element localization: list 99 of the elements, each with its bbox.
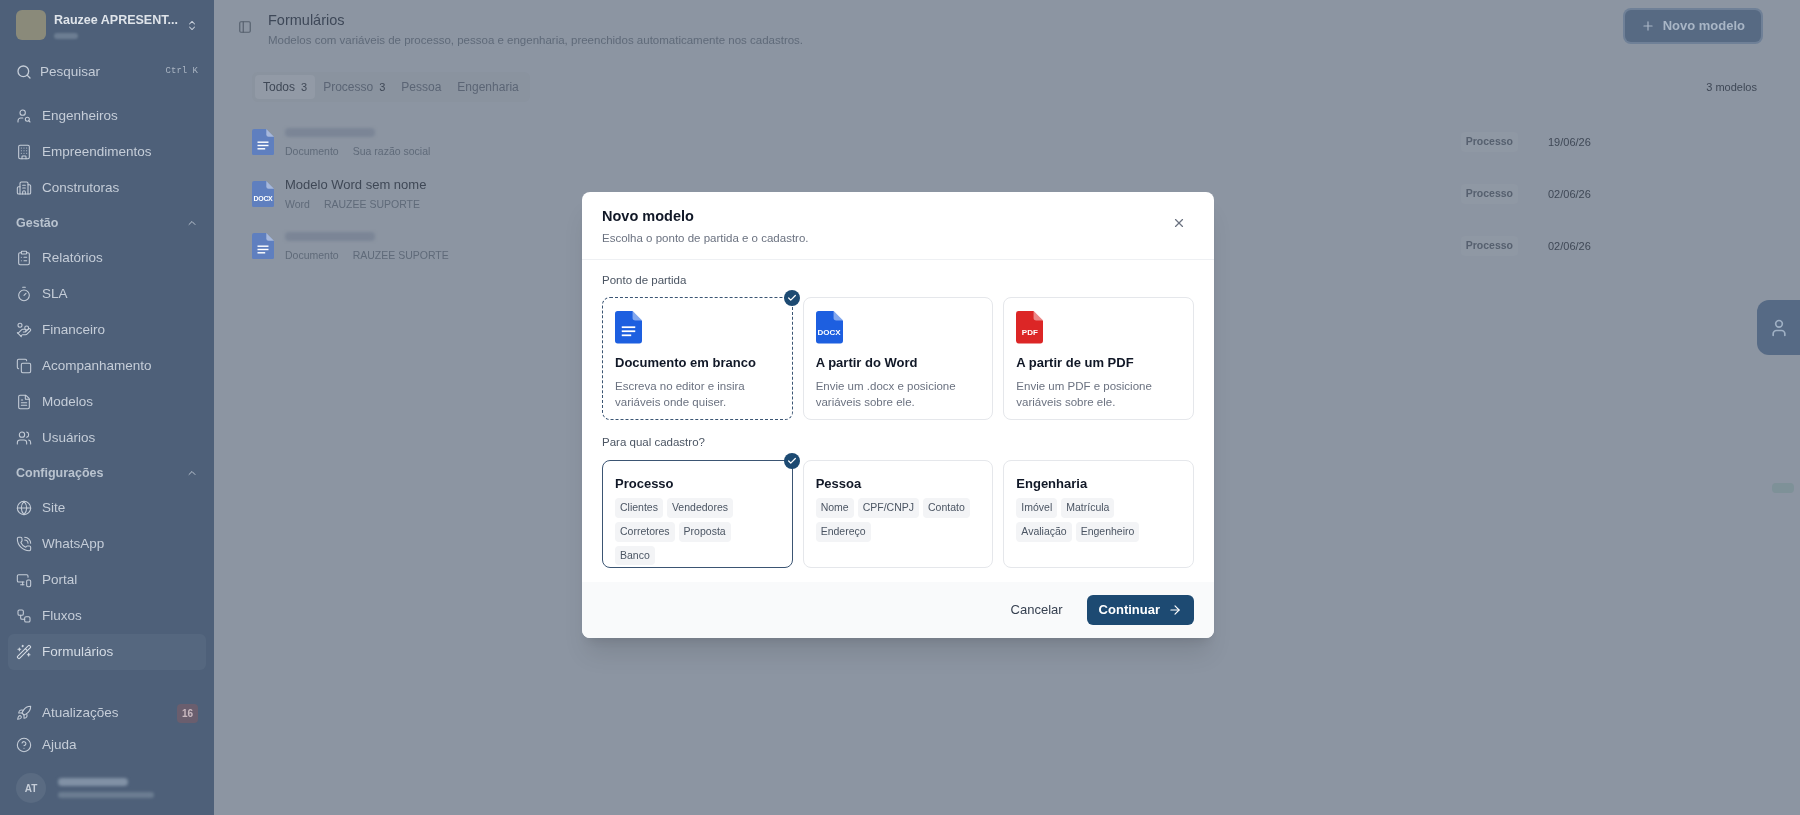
org-name: Rauzee APRESENT... [54, 12, 178, 29]
option-card[interactable]: DOCX A partir do Word Envie um .docx e posicione variáveis sobre ele. [802, 297, 994, 421]
dialog-title: Novo modelo [602, 207, 695, 226]
building-icon [16, 144, 32, 160]
stopwatch-icon [16, 286, 32, 302]
nav-item[interactable]: Empreendimentos [8, 134, 206, 170]
assistant-button[interactable] [1757, 300, 1800, 355]
option-title: Processo [615, 474, 674, 493]
nav-item[interactable]: Usuários [8, 420, 206, 456]
document-icon [252, 232, 274, 260]
devices-icon [16, 572, 32, 588]
option-title: A partir do Word [815, 353, 918, 372]
nav-item[interactable]: Site [8, 490, 206, 526]
option-title: Engenharia [1016, 474, 1088, 493]
redacted-text [58, 778, 128, 786]
field-chip: Matrícula [1061, 498, 1115, 518]
check-badge [783, 452, 800, 469]
document-icon [252, 128, 274, 156]
nav-item[interactable]: Portal [8, 562, 206, 598]
nav-item[interactable]: Formulários [8, 634, 206, 670]
document-icon [615, 311, 642, 344]
section-label: Para qual cadastro? [602, 435, 706, 451]
cancel-button[interactable]: Cancelar [1002, 594, 1071, 625]
continue-button[interactable]: Continuar [1086, 594, 1194, 625]
users-icon [16, 430, 32, 446]
help-icon [16, 737, 32, 753]
option-description: Escreva no editor e insira variáveis onde quiser. [615, 379, 746, 411]
magic-wand-icon [16, 644, 32, 660]
word-file-icon [252, 180, 274, 208]
option-title: Pessoa [815, 474, 862, 493]
model-date: 02/06/26 [1548, 186, 1592, 202]
workflow-icon [16, 608, 32, 624]
nav-item[interactable]: Atualizações 16 [8, 697, 206, 729]
close-icon[interactable] [1172, 216, 1186, 230]
nav-item[interactable]: Construtoras [8, 170, 206, 206]
option-description: Envie um PDF e posicione variáveis sobre ele. [1016, 379, 1153, 411]
field-chip: Corretores [615, 521, 675, 542]
filter-tab[interactable]: Todos 3 [255, 75, 316, 99]
option-title: A partir de um PDF [1016, 353, 1134, 372]
option-description: Envie um .docx e posicione variáveis sobre ele. [815, 379, 957, 411]
option-card[interactable]: Documento em branco Escreva no editor e insira variáveis onde quiser. [602, 297, 793, 421]
search-button[interactable]: Pesquisar Ctrl K [8, 56, 206, 88]
section-header[interactable]: Gestão [8, 206, 206, 240]
field-chip: Engenheiro [1075, 521, 1140, 542]
model-title: Modelo Word sem nome [285, 175, 428, 194]
model-count: 3 modelos [1706, 79, 1757, 95]
new-model-button[interactable]: Novo modelo [1624, 10, 1761, 42]
nav-item[interactable]: Acompanhamento [8, 348, 206, 384]
phone-icon [16, 536, 32, 552]
search-icon [16, 64, 32, 80]
dialog-subtitle: Escolha o ponto de partida e o cadastro. [602, 230, 809, 246]
model-date: 02/06/26 [1548, 238, 1592, 254]
nav-item[interactable]: Modelos [8, 384, 206, 420]
nav-item[interactable]: Engenheiros [8, 98, 206, 134]
nav-item[interactable]: Fluxos [8, 598, 206, 634]
nav-item[interactable]: WhatsApp [8, 526, 206, 562]
field-chip: Proposta [678, 521, 731, 542]
hand-coins-icon [16, 322, 32, 338]
document-icon [16, 394, 32, 410]
globe-icon [16, 500, 32, 516]
field-chip: Contato [923, 498, 970, 518]
clipboard-icon [16, 250, 32, 266]
option-card[interactable]: Pessoa Nome CPF/CNPJ Contato Endereço [802, 459, 994, 568]
nav-item[interactable]: Ajuda [8, 729, 206, 761]
file-type-label: DOCX [816, 328, 842, 337]
buildings-icon [16, 180, 32, 196]
count-badge: 16 [176, 703, 198, 723]
plus-icon [1640, 19, 1655, 33]
option-card[interactable]: Processo Clientes Vendedores Corretores Proposta Banco [602, 459, 793, 568]
field-chip: Banco [615, 545, 655, 566]
option-title: Documento em branco [615, 353, 756, 372]
user-search-icon [16, 108, 32, 124]
word-file-icon [815, 311, 843, 344]
field-chip: Clientes [615, 498, 663, 518]
field-chip: Nome [815, 498, 854, 518]
shortcut-hint: Ctrl K [165, 65, 198, 79]
nav-item[interactable]: SLA [8, 276, 206, 312]
page-title: Formulários [268, 11, 346, 30]
redacted-text [54, 33, 78, 39]
section-header[interactable]: Configurações [8, 456, 206, 490]
model-date: 19/06/26 [1548, 134, 1592, 150]
file-type-label: PDF [1020, 328, 1039, 337]
rocket-icon [16, 705, 32, 721]
org-logo [16, 10, 46, 40]
field-chip: Endereço [815, 521, 871, 542]
pdf-file-icon [1016, 311, 1044, 344]
user-avatar[interactable]: AT [16, 773, 46, 803]
nav-item[interactable]: Relatórios [8, 240, 206, 276]
field-chip: Avaliação [1016, 521, 1072, 542]
copy-icon [16, 358, 32, 374]
option-card[interactable]: PDF A partir de um PDF Envie um PDF e posicione variáveis sobre ele. [1003, 297, 1194, 421]
field-chip: Imóvel [1016, 498, 1058, 518]
field-chip: CPF/CNPJ [857, 498, 919, 518]
option-card[interactable]: Engenharia Imóvel Matrícula Avaliação Engenheiro [1003, 459, 1194, 568]
nav-item[interactable]: Financeiro [8, 312, 206, 348]
section-label: Ponto de partida [602, 273, 688, 288]
check-badge [783, 290, 800, 307]
sidebar-toggle-icon[interactable] [238, 20, 252, 34]
field-chip: Vendedores [666, 498, 733, 518]
